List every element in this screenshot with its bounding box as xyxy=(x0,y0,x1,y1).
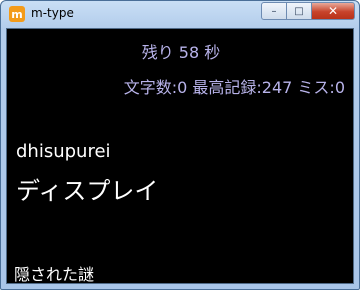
maximize-button[interactable]: □ xyxy=(287,2,312,20)
close-icon: ✕ xyxy=(327,4,339,18)
minimize-icon: – xyxy=(271,5,277,17)
app-icon[interactable]: m xyxy=(9,6,25,22)
app-window: m m-type – □ ✕ 残り 58 秒 文字数:0 最高記録:247 ミス… xyxy=(0,0,360,290)
song-title: 隠された謎 xyxy=(14,265,95,284)
caption-buttons: – □ ✕ xyxy=(261,2,355,20)
game-area[interactable]: 残り 58 秒 文字数:0 最高記録:247 ミス:0 dhisupurei デ… xyxy=(6,28,354,284)
window-title: m-type xyxy=(31,6,74,20)
score-stats: 文字数:0 最高記録:247 ミス:0 xyxy=(123,78,345,97)
time-remaining: 残り 58 秒 xyxy=(141,43,221,62)
close-button[interactable]: ✕ xyxy=(312,2,355,20)
maximize-icon: □ xyxy=(294,5,304,17)
target-word: ディスプレイ xyxy=(16,177,159,205)
title-bar[interactable]: m m-type – □ ✕ xyxy=(1,1,359,27)
minimize-button[interactable]: – xyxy=(261,2,287,20)
romaji-prompt: dhisupurei xyxy=(16,141,111,162)
